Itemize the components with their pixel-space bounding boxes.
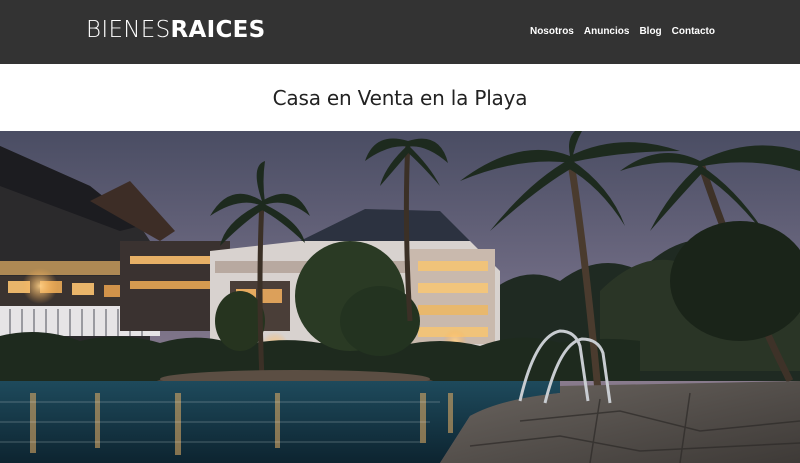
nav-link-contacto[interactable]: Contacto [672,23,715,41]
logo-text-bold: RAICES [170,17,266,43]
hero-image [0,131,800,463]
site-logo[interactable]: BIENESRAICES [86,15,266,45]
main-navigation: Nosotros Anuncios Blog Contacto [530,23,715,41]
site-header: BIENESRAICES Nosotros Anuncios Blog Cont… [0,0,800,64]
page-title: Casa en Venta en la Playa [272,85,528,110]
page-title-section: Casa en Venta en la Playa [0,64,800,131]
nav-link-blog[interactable]: Blog [639,23,661,41]
resort-pool-photo-icon [0,131,800,463]
nav-link-nosotros[interactable]: Nosotros [530,23,574,41]
logo-text-light: BIENES [86,17,171,43]
nav-link-anuncios[interactable]: Anuncios [584,23,630,41]
